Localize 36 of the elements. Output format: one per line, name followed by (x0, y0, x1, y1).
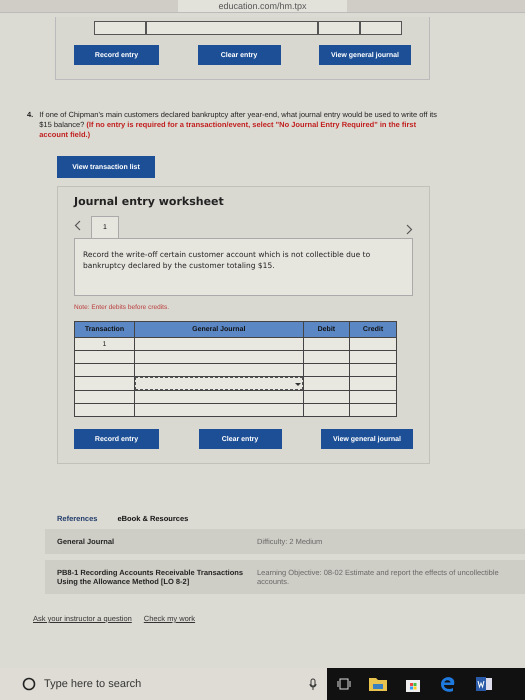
account-field[interactable] (134, 390, 304, 404)
transaction-cell (74, 350, 134, 364)
browser-icon[interactable] (439, 675, 457, 693)
table-field[interactable] (94, 21, 146, 35)
account-field[interactable] (134, 404, 304, 416)
worksheet-title: Journal entry worksheet (74, 195, 225, 208)
folder-icon[interactable] (369, 677, 387, 691)
credit-field[interactable] (350, 364, 396, 376)
account-field[interactable] (134, 376, 304, 390)
credit-field[interactable] (350, 350, 396, 364)
account-field[interactable] (134, 364, 304, 376)
transaction-cell (74, 404, 134, 416)
search-field[interactable]: Type here to search (0, 668, 327, 700)
account-field[interactable] (134, 338, 304, 350)
transaction-cell (74, 390, 134, 404)
credit-field[interactable] (350, 376, 396, 390)
debit-field[interactable] (303, 390, 350, 404)
debit-field[interactable] (303, 350, 350, 364)
account-field[interactable] (134, 350, 304, 364)
transaction-cell (74, 364, 134, 376)
transaction-cell (74, 376, 134, 390)
task-view-icon[interactable] (337, 678, 351, 690)
table-field[interactable] (146, 21, 318, 35)
word-icon[interactable] (475, 676, 493, 692)
debit-field[interactable] (303, 404, 350, 416)
credit-field[interactable] (350, 390, 396, 404)
microphone-icon[interactable] (309, 678, 317, 690)
credit-field[interactable] (350, 338, 396, 350)
address-bar[interactable]: education.com/hm.tpx (178, 0, 347, 12)
debit-field[interactable] (303, 364, 350, 376)
table-field[interactable] (360, 21, 402, 35)
debit-field[interactable] (303, 338, 350, 350)
table-field[interactable] (318, 21, 360, 35)
debit-field[interactable] (303, 376, 350, 390)
search-icon (22, 677, 36, 691)
credit-field[interactable] (350, 404, 396, 416)
